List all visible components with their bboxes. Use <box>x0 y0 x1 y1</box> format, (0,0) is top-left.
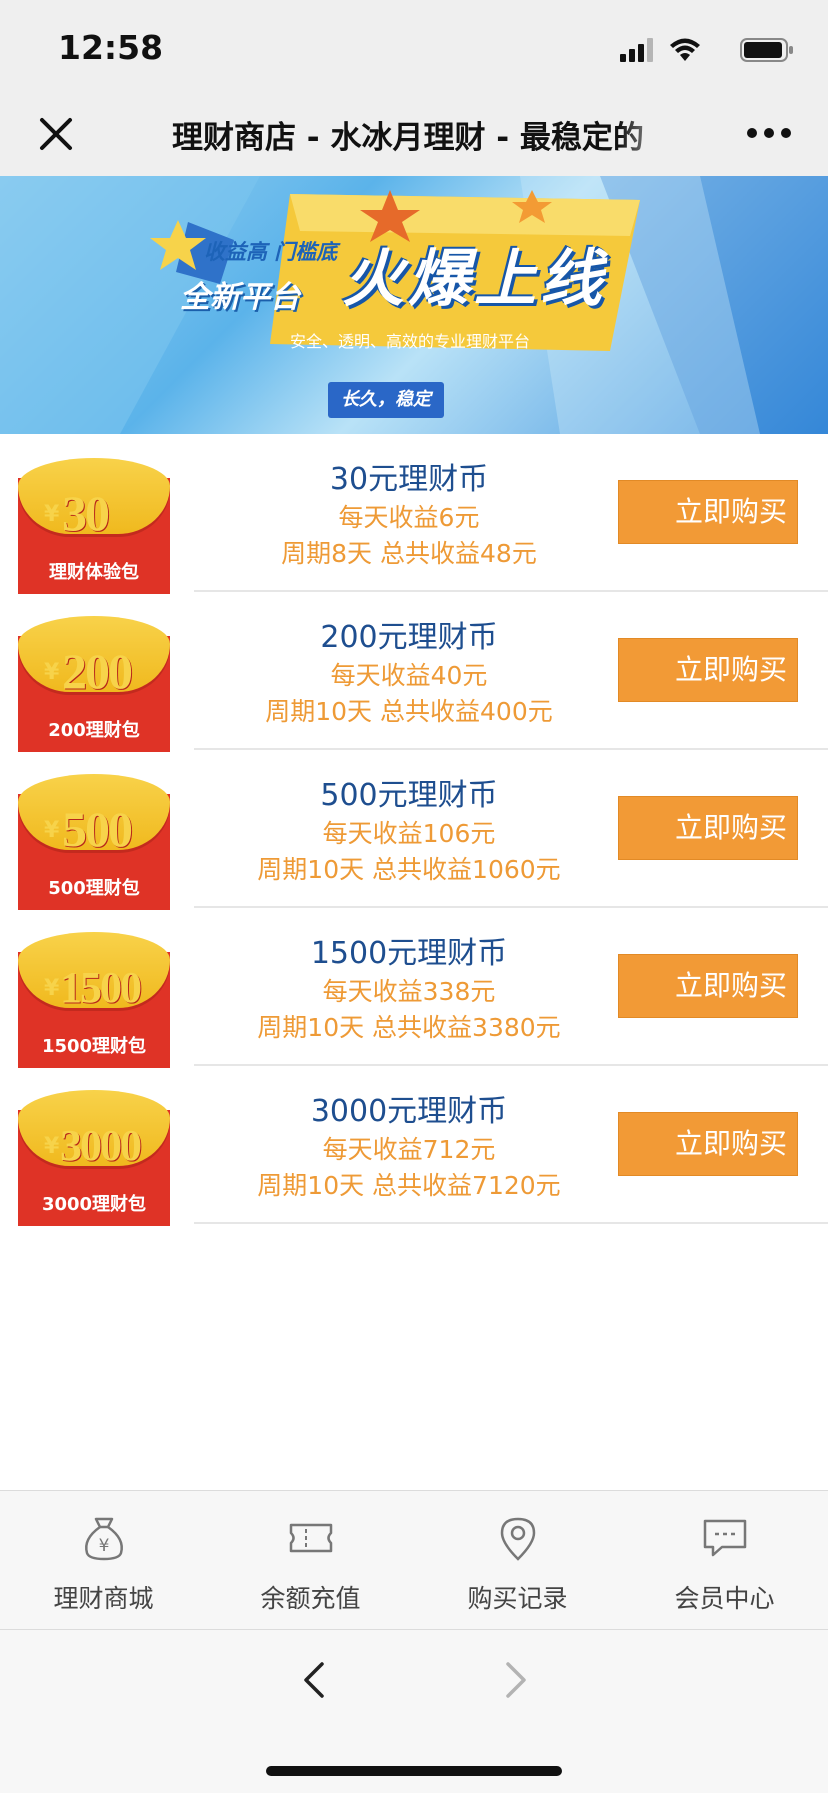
yen-symbol: ¥ <box>44 1134 60 1159</box>
chevron-left-icon[interactable] <box>298 1660 332 1700</box>
yen-symbol: ¥ <box>44 660 60 685</box>
banner-tag: 收益高 门槛底 <box>204 240 338 264</box>
product-daily-return: 每天收益338元 <box>322 977 496 1006</box>
yen-symbol: ¥ <box>44 976 60 1001</box>
yen-symbol: ¥ <box>44 818 60 843</box>
ticket-icon <box>289 1523 333 1553</box>
status-time: 12:58 <box>58 28 164 67</box>
product-name: 30元理财币 <box>329 462 489 497</box>
envelope-label: 3000理财包 <box>41 1194 147 1215</box>
buy-now-button[interactable]: 立即购买 <box>618 1112 798 1176</box>
envelope-label: 1500理财包 <box>41 1036 147 1057</box>
product-period: 周期10天 总共收益400元 <box>265 697 553 726</box>
red-envelope-image: ¥ 3000 3000理财包 <box>18 1090 170 1226</box>
browser-toolbar <box>0 1629 828 1793</box>
red-envelope-image: ¥ 200 200理财包 <box>18 616 170 752</box>
envelope-amount: 500 <box>62 801 133 857</box>
product-name: 1500元理财币 <box>310 936 508 971</box>
status-icons <box>604 36 794 64</box>
buy-now-button[interactable]: 立即购买 <box>618 638 798 702</box>
product-item: ¥ 3000 3000理财包 3000元理财币 每天收益712元 周期10天 总… <box>0 1066 828 1226</box>
tab-label: 理财商城 <box>53 1584 154 1613</box>
tab-purchase-records[interactable]: 购买记录 <box>414 1491 621 1629</box>
banner-badge: 长久，稳定 <box>328 382 444 418</box>
banner-tag: 全新平台 <box>180 280 300 315</box>
tab-label: 余额充值 <box>260 1584 361 1613</box>
page-title: 理财商店 - 水冰月理财 - 最稳定的 <box>172 120 644 156</box>
envelope-amount: 200 <box>62 643 133 699</box>
product-item: ¥ 1500 1500理财包 1500元理财币 每天收益338元 周期10天 总… <box>0 908 828 1068</box>
tab-member-center[interactable]: 会员中心 <box>621 1491 828 1629</box>
signal-icon <box>620 38 653 62</box>
product-item: ¥ 200 200理财包 200元理财币 每天收益40元 周期10天 总共收益4… <box>0 592 828 752</box>
tab-finance-mall[interactable]: ¥ 理财商城 <box>0 1491 207 1629</box>
envelope-amount: 30 <box>62 485 110 541</box>
product-item: ¥ 30 理财体验包 30元理财币 每天收益6元 周期8天 总共收益48元 立即… <box>0 434 828 594</box>
tab-label: 购买记录 <box>467 1584 568 1613</box>
yen-symbol: ¥ <box>44 502 60 527</box>
chat-bubble-icon <box>703 1519 747 1557</box>
divider <box>194 1222 828 1224</box>
product-period: 周期10天 总共收益7120元 <box>257 1171 561 1200</box>
product-period: 周期10天 总共收益3380元 <box>257 1013 561 1042</box>
product-daily-return: 每天收益6元 <box>338 503 480 532</box>
buy-now-button[interactable]: 立即购买 <box>618 796 798 860</box>
wifi-icon <box>670 38 700 61</box>
close-icon[interactable] <box>36 114 76 154</box>
product-name: 3000元理财币 <box>310 1094 508 1129</box>
envelope-label: 200理财包 <box>48 720 140 741</box>
home-indicator <box>266 1766 562 1776</box>
product-name: 200元理财币 <box>320 620 498 655</box>
red-envelope-image: ¥ 1500 1500理财包 <box>18 932 170 1068</box>
promo-banner[interactable]: 收益高 门槛底 全新平台 火爆上线 安全、透明、高效的专业理财平台 长久，稳定 <box>0 176 828 434</box>
battery-icon <box>740 38 793 62</box>
envelope-amount: 1500 <box>60 963 142 1012</box>
nav-bar: 理财商店 - 水冰月理财 - 最稳定的 <box>0 100 828 176</box>
banner-subtitle: 安全、透明、高效的专业理财平台 <box>290 332 531 351</box>
chevron-right-icon[interactable] <box>498 1660 532 1700</box>
envelope-label: 500理财包 <box>48 878 140 899</box>
banner-headline: 火爆上线 <box>342 242 607 315</box>
product-daily-return: 每天收益106元 <box>322 819 496 848</box>
money-bag-icon: ¥ <box>85 1517 123 1561</box>
buy-now-button[interactable]: 立即购买 <box>618 480 798 544</box>
envelope-amount: 3000 <box>60 1121 142 1170</box>
product-period: 周期8天 总共收益48元 <box>281 539 537 568</box>
tab-balance-recharge[interactable]: 余额充值 <box>207 1491 414 1629</box>
red-envelope-image: ¥ 500 500理财包 <box>18 774 170 910</box>
red-envelope-image: ¥ 30 理财体验包 <box>18 458 170 594</box>
more-icon[interactable] <box>746 126 792 140</box>
envelope-label: 理财体验包 <box>49 562 139 583</box>
status-bar: 12:58 <box>0 0 828 100</box>
buy-now-button[interactable]: 立即购买 <box>618 954 798 1018</box>
product-list: ¥ 30 理财体验包 30元理财币 每天收益6元 周期8天 总共收益48元 立即… <box>0 434 828 1226</box>
product-item: ¥ 500 500理财包 500元理财币 每天收益106元 周期10天 总共收益… <box>0 750 828 910</box>
product-daily-return: 每天收益712元 <box>322 1135 496 1164</box>
svg-text:¥: ¥ <box>99 1536 110 1556</box>
tab-bar: ¥ 理财商城 余额充值 购买记录 会员中心 <box>0 1490 828 1629</box>
tab-label: 会员中心 <box>674 1584 775 1613</box>
product-period: 周期10天 总共收益1060元 <box>257 855 561 884</box>
location-pin-icon <box>500 1517 536 1561</box>
product-daily-return: 每天收益40元 <box>330 661 488 690</box>
product-name: 500元理财币 <box>320 778 498 813</box>
